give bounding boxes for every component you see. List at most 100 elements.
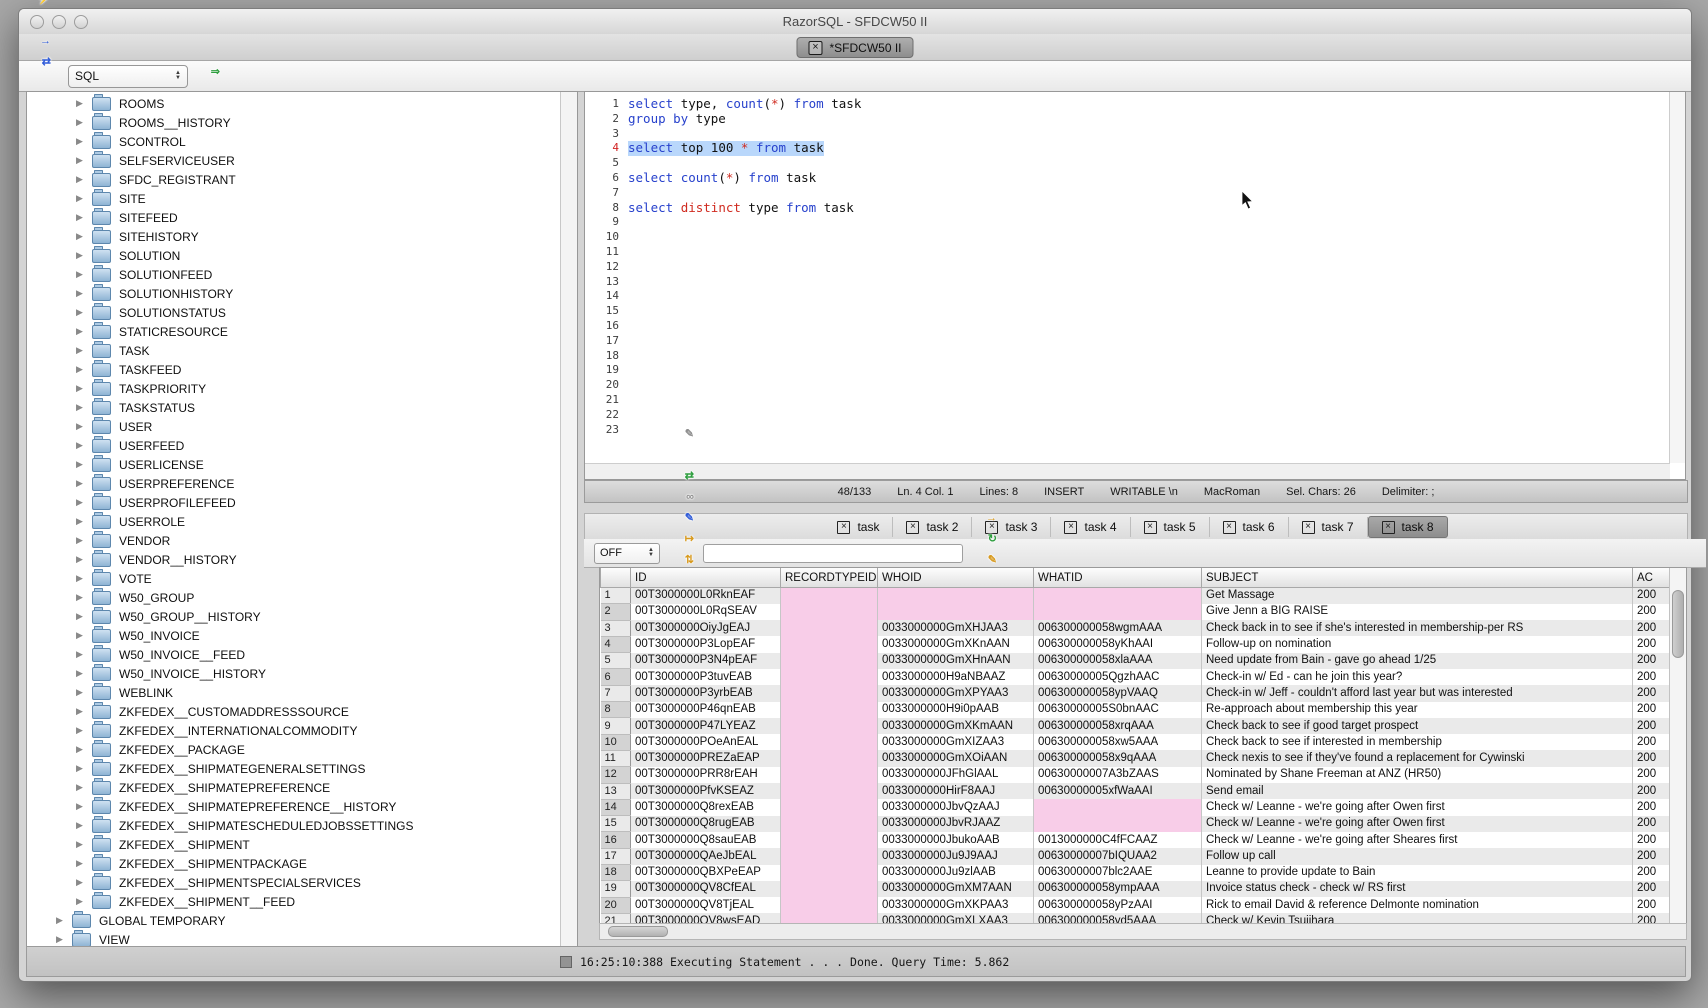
tree-item[interactable]: ZKFEDEX__CUSTOMADDRESSSOURCE (27, 702, 560, 721)
cell-whoid[interactable] (878, 588, 1034, 604)
editor-horizontal-scrollbar[interactable] (585, 463, 1670, 479)
cell-whatid[interactable]: 00630000005xfWaAAI (1034, 783, 1202, 799)
tree-item[interactable]: SOLUTIONFEED (27, 265, 560, 284)
results-search-input[interactable] (703, 544, 963, 563)
cell-whoid[interactable]: 0033000000HirF8AAJ (878, 783, 1034, 799)
column-header[interactable] (601, 568, 631, 588)
cell-id[interactable]: 00T3000000P3yrbEAB (631, 685, 781, 701)
tree-item[interactable]: TASK (27, 341, 560, 360)
cell-ac[interactable]: 200 (1633, 848, 1671, 864)
disclosure-triangle-icon[interactable] (76, 345, 92, 356)
cell-recordtypeid[interactable] (781, 832, 878, 848)
disclosure-triangle-icon[interactable] (76, 668, 92, 679)
tree-item[interactable]: W50_INVOICE (27, 626, 560, 645)
tree-item[interactable]: SFDC_REGISTRANT (27, 170, 560, 189)
disclosure-triangle-icon[interactable] (76, 782, 92, 793)
tree-item[interactable]: SOLUTIONHISTORY (27, 284, 560, 303)
cell-id[interactable]: 00T3000000PRR8rEAH (631, 767, 781, 783)
editor-lines[interactable]: 1select type, count(*) from task2group b… (597, 97, 1669, 463)
table-row[interactable]: 3 00T3000000OiyJgEAJ 0033000000GmXHJAA3 … (601, 620, 1671, 636)
disclosure-triangle-icon[interactable] (76, 174, 92, 185)
cell-id[interactable]: 00T3000000P3tuvEAB (631, 669, 781, 685)
grid-vscroll-thumb[interactable] (1672, 590, 1684, 658)
tree-item[interactable]: W50_INVOICE__HISTORY (27, 664, 560, 683)
result-tab[interactable]: task 4 (1051, 517, 1130, 537)
cell-whatid[interactable] (1034, 816, 1202, 832)
edit-notes-icon[interactable]: ✎ (974, 543, 995, 564)
tree-item[interactable]: ZKFEDEX__SHIPMENTPACKAGE (27, 854, 560, 873)
cell-subject[interactable]: Check back to see if interested in membe… (1202, 734, 1633, 750)
cell-whoid[interactable]: 0033000000Ju9J9AAJ (878, 848, 1034, 864)
disclosure-triangle-icon[interactable] (76, 725, 92, 736)
cell-subject[interactable]: Check-in w/ Ed - can he join this year? (1202, 669, 1633, 685)
tree-vertical-scrollbar[interactable] (560, 92, 577, 947)
table-row[interactable]: 16 00T3000000Q8sauEAB 0033000000JbukoAAB… (601, 832, 1671, 848)
find-next-icon[interactable]: → (974, 501, 995, 522)
tree-item[interactable]: USERPREFERENCE (27, 474, 560, 493)
cell-subject[interactable]: Give Jenn a BIG RAISE (1202, 604, 1633, 620)
tree-item[interactable]: SITEHISTORY (27, 227, 560, 246)
cell-whoid[interactable]: 0033000000GmXKmAAN (878, 718, 1034, 734)
column-header[interactable]: AC (1633, 568, 1671, 588)
cell-ac[interactable]: 200 (1633, 636, 1671, 652)
tree-item[interactable]: ZKFEDEX__INTERNATIONALCOMMODITY (27, 721, 560, 740)
disclosure-triangle-icon[interactable] (76, 193, 92, 204)
tree-item[interactable]: ZKFEDEX__SHIPMATEPREFERENCE (27, 778, 560, 797)
table-row[interactable]: 19 00T3000000QV8CfEAL 0033000000GmXM7AAN… (601, 881, 1671, 897)
cell-recordtypeid[interactable] (781, 685, 878, 701)
tree-item[interactable]: ROOMS__HISTORY (27, 113, 560, 132)
cell-recordtypeid[interactable] (781, 816, 878, 832)
cell-ac[interactable]: 200 (1633, 669, 1671, 685)
cell-subject[interactable]: Send email (1202, 783, 1633, 799)
table-row[interactable]: 1 00T3000000L0RknEAF Get Massage 200 (601, 588, 1671, 604)
disclosure-triangle-icon[interactable] (76, 706, 92, 717)
table-row[interactable]: 9 00T3000000P47LYEAZ 0033000000GmXKmAAN … (601, 718, 1671, 734)
table-row[interactable]: 7 00T3000000P3yrbEAB 0033000000GmXPYAA3 … (601, 685, 1671, 701)
column-header[interactable]: SUBJECT (1202, 568, 1633, 588)
notebook-icon[interactable] (28, 66, 49, 87)
close-result-tab-icon[interactable] (1382, 521, 1395, 534)
cell-recordtypeid[interactable] (781, 799, 878, 815)
disclosure-triangle-icon[interactable] (76, 497, 92, 508)
disclosure-triangle-icon[interactable] (56, 915, 72, 926)
cell-recordtypeid[interactable] (781, 750, 878, 766)
cell-id[interactable]: 00T3000000QV8TjEAL (631, 897, 781, 913)
cell-recordtypeid[interactable] (781, 881, 878, 897)
disclosure-triangle-icon[interactable] (76, 117, 92, 128)
cell-whatid[interactable]: 006300000058xw5AAA (1034, 734, 1202, 750)
table-row[interactable]: 15 00T3000000Q8rugEAB 0033000000JbvRJAAZ… (601, 816, 1671, 832)
cell-whoid[interactable]: 0033000000JbvQzAAJ (878, 799, 1034, 815)
cell-whatid[interactable]: 006300000058xlaAAA (1034, 653, 1202, 669)
grid-horizontal-scrollbar[interactable] (599, 923, 1687, 940)
tree-item[interactable]: WEBLINK (27, 683, 560, 702)
cell-whoid[interactable]: 0033000000H9i0pAAB (878, 702, 1034, 718)
grid-hscroll-thumb[interactable] (608, 926, 668, 937)
cell-id[interactable]: 00T3000000Q8rexEAB (631, 799, 781, 815)
cell-ac[interactable]: 200 (1633, 865, 1671, 881)
tree-item[interactable]: ZKFEDEX__SHIPMATEPREFERENCE__HISTORY (27, 797, 560, 816)
cell-recordtypeid[interactable] (781, 588, 878, 604)
cell-id[interactable]: 00T3000000Q8rugEAB (631, 816, 781, 832)
disclosure-triangle-icon[interactable] (76, 649, 92, 660)
tree-item[interactable]: TASKFEED (27, 360, 560, 379)
sort-updown-icon[interactable]: ⇅ (671, 543, 692, 564)
document-tab[interactable]: *SFDCW50 II (796, 37, 913, 58)
cell-recordtypeid[interactable] (781, 653, 878, 669)
close-result-tab-icon[interactable] (1144, 521, 1157, 534)
disclosure-triangle-icon[interactable] (76, 573, 92, 584)
disclosure-triangle-icon[interactable] (76, 858, 92, 869)
column-header[interactable]: WHATID (1034, 568, 1202, 588)
disclosure-triangle-icon[interactable] (76, 231, 92, 242)
insert-row-icon[interactable]: ↦ (671, 522, 692, 543)
result-tab[interactable]: task 8 (1368, 516, 1448, 538)
refresh-page-icon[interactable]: ⇄ (28, 45, 49, 66)
tree-item[interactable]: SCONTROL (27, 132, 560, 151)
table-row[interactable]: 12 00T3000000PRR8rEAH 0033000000JFhGlAAL… (601, 767, 1671, 783)
cell-whatid[interactable]: 006300000058yKhAAI (1034, 636, 1202, 652)
cell-ac[interactable]: 200 (1633, 832, 1671, 848)
tree-item[interactable]: SELFSERVICEUSER (27, 151, 560, 170)
disclosure-triangle-icon[interactable] (76, 896, 92, 907)
tree-item[interactable]: ZKFEDEX__SHIPMATEGENERALSETTINGS (27, 759, 560, 778)
cell-subject[interactable]: Check w/ Leanne - we're going after Owen… (1202, 816, 1633, 832)
cell-recordtypeid[interactable] (781, 636, 878, 652)
